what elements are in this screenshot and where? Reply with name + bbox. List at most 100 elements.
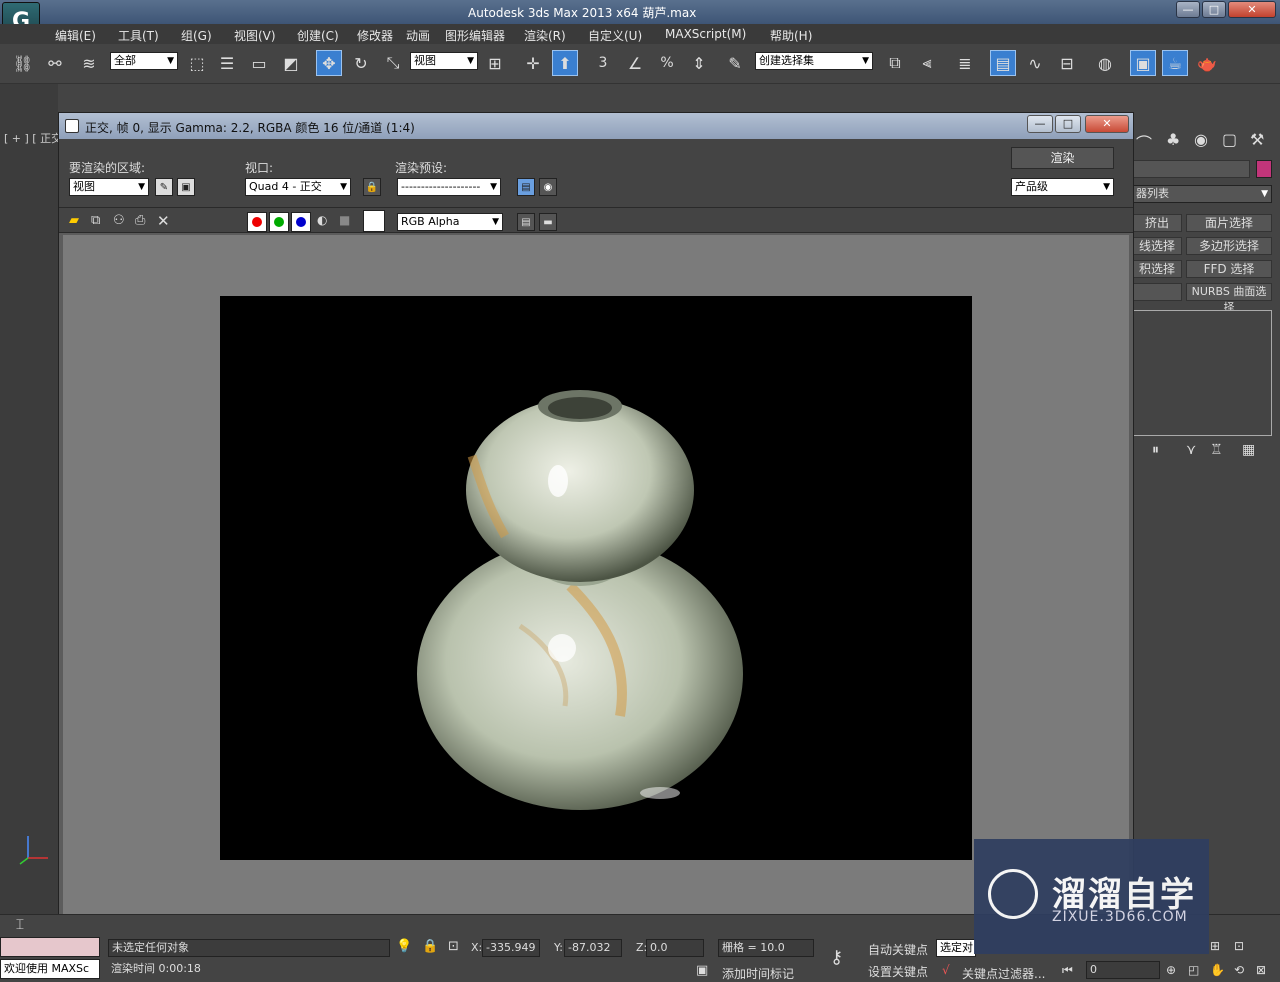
window-crossing-icon[interactable]: ◩ xyxy=(278,50,304,76)
viewport-dropdown[interactable]: Quad 4 - 正交 ▼ xyxy=(245,178,351,196)
mirror-icon[interactable]: ⧉ xyxy=(882,50,908,76)
named-selection-dropdown[interactable]: 创建选择集 ▼ xyxy=(755,52,873,70)
clear-icon[interactable]: ✕ xyxy=(157,212,170,230)
preset-dropdown[interactable]: -------------------- ▼ xyxy=(397,178,501,196)
align-icon[interactable]: ⫷ xyxy=(914,50,940,76)
extrude-button[interactable]: 挤出 xyxy=(1132,214,1182,232)
rendered-frame-window-icon[interactable]: ☕ xyxy=(1162,50,1188,76)
modifier-stack[interactable] xyxy=(1132,310,1272,436)
blue-channel-button[interactable] xyxy=(291,212,311,232)
menu-edit[interactable]: 编辑(E) xyxy=(55,27,96,44)
frame-window-titlebar[interactable]: 正交, 帧 0, 显示 Gamma: 2.2, RGBA 颜色 16 位/通道 … xyxy=(59,113,1133,139)
menu-modifiers[interactable]: 修改器 xyxy=(357,27,393,44)
blank-modifier-button[interactable] xyxy=(1132,283,1182,301)
environment-icon[interactable]: ◉ xyxy=(539,178,557,196)
alpha-channel-icon[interactable]: ◐ xyxy=(317,213,327,227)
selection-filter-dropdown[interactable]: 全部 ▼ xyxy=(110,52,178,70)
render-production-icon[interactable]: 🫖 xyxy=(1194,50,1220,76)
lock-icon[interactable]: 🔒 xyxy=(363,178,381,196)
ref-coord-dropdown[interactable]: 视图 ▼ xyxy=(410,52,478,70)
frame-close-button[interactable]: ✕ xyxy=(1085,115,1129,133)
z-coordinate-field[interactable]: 0.0 xyxy=(646,939,704,957)
toggle-ui-overlay-icon[interactable]: ▤ xyxy=(517,213,535,231)
zoom-extents-icon[interactable]: ⊕ xyxy=(1166,963,1176,977)
goto-start-icon[interactable]: ⏮ xyxy=(1062,963,1073,978)
scene-explorer-icon[interactable]: ▤ xyxy=(990,50,1016,76)
menu-view[interactable]: 视图(V) xyxy=(234,27,276,44)
volume-select-button[interactable]: 积选择 xyxy=(1132,260,1182,278)
menu-create[interactable]: 创建(C) xyxy=(297,27,339,44)
absolute-mode-icon[interactable]: ⊡ xyxy=(448,939,459,954)
viewport-area[interactable] xyxy=(0,84,58,914)
add-time-tag[interactable]: 添加时间标记 xyxy=(722,965,794,982)
menu-animation[interactable]: 动画 xyxy=(406,27,430,44)
time-tag-icon[interactable]: ▣ xyxy=(696,963,708,978)
modify-tab-icon[interactable]: ⌒ xyxy=(1136,130,1152,154)
object-name-field[interactable] xyxy=(1132,160,1250,178)
selection-lock-icon[interactable]: 🔒 xyxy=(422,939,438,954)
snaps-toggle-icon[interactable]: 3 xyxy=(590,50,616,76)
key-filters-button[interactable]: 关键点过滤器... xyxy=(962,965,1045,982)
keyboard-shortcut-override-icon[interactable]: ⬆ xyxy=(552,50,578,76)
schematic-view-icon[interactable]: ⊟ xyxy=(1054,50,1080,76)
maxscript-listener-pink[interactable] xyxy=(0,937,100,957)
hierarchy-tab-icon[interactable]: ♣ xyxy=(1166,130,1180,149)
green-channel-button[interactable] xyxy=(269,212,289,232)
show-end-result-icon[interactable]: ⋎ xyxy=(1186,442,1196,458)
pin-stack-icon[interactable]: ⏸ xyxy=(1152,442,1159,458)
area-dropdown[interactable]: 视图 ▼ xyxy=(69,178,149,196)
make-unique-icon[interactable]: ♖ xyxy=(1210,442,1223,458)
select-object-icon[interactable]: ⬚ xyxy=(184,50,210,76)
motion-tab-icon[interactable]: ◉ xyxy=(1194,130,1208,149)
menu-tools[interactable]: 工具(T) xyxy=(118,27,159,44)
edit-region-icon[interactable]: ✎ xyxy=(155,178,173,196)
zoom-region-icon[interactable]: ⊡ xyxy=(1234,939,1244,953)
link-icon[interactable]: ⛓ xyxy=(10,50,36,76)
spline-select-button[interactable]: 线选择 xyxy=(1132,237,1182,255)
rect-selection-icon[interactable]: ▭ xyxy=(246,50,272,76)
select-by-name-icon[interactable]: ☰ xyxy=(214,50,240,76)
material-editor-icon[interactable]: ◍ xyxy=(1092,50,1118,76)
toggle-ui-icon[interactable]: ▬ xyxy=(539,213,557,231)
frame-maximize-button[interactable]: □ xyxy=(1055,115,1081,133)
frame-minimize-button[interactable]: — xyxy=(1027,115,1053,133)
pivot-center-icon[interactable]: ⊞ xyxy=(482,50,508,76)
viewport-label[interactable]: [ + ] [ 正交 xyxy=(4,130,62,146)
curve-editor-icon[interactable]: ∿ xyxy=(1022,50,1048,76)
display-tab-icon[interactable]: ▢ xyxy=(1222,130,1237,149)
angle-snap-icon[interactable]: ∠ xyxy=(622,50,648,76)
percent-snap-icon[interactable]: % xyxy=(654,50,680,76)
zoom-all-icon[interactable]: ⊞ xyxy=(1210,939,1220,953)
bind-spacewarp-icon[interactable]: ≋ xyxy=(76,50,102,76)
utilities-tab-icon[interactable]: ⚒ xyxy=(1250,130,1264,149)
configure-modifier-sets-icon[interactable]: ▦ xyxy=(1242,442,1255,458)
menu-help[interactable]: 帮助(H) xyxy=(770,27,812,44)
red-channel-button[interactable] xyxy=(247,212,267,232)
save-image-icon[interactable]: ▰ xyxy=(69,213,79,228)
set-key-button[interactable]: 设置关键点 xyxy=(868,963,928,980)
menu-rendering[interactable]: 渲染(R) xyxy=(524,27,566,44)
menu-customize[interactable]: 自定义(U) xyxy=(588,27,642,44)
select-manipulate-icon[interactable]: ✛ xyxy=(520,50,546,76)
unlink-icon[interactable]: ⚯ xyxy=(42,50,68,76)
render-setup-small-icon[interactable]: ▤ xyxy=(517,178,535,196)
object-color-swatch[interactable] xyxy=(1256,160,1272,178)
copy-image-icon[interactable]: ⧉ xyxy=(91,213,100,228)
render-button[interactable]: 渲染 xyxy=(1011,147,1114,169)
field-of-view-icon[interactable]: ◰ xyxy=(1188,963,1199,977)
edit-named-selection-icon[interactable]: ✎ xyxy=(722,50,748,76)
monochrome-icon[interactable]: ■ xyxy=(339,213,350,227)
auto-region-icon[interactable]: ▣ xyxy=(177,178,195,196)
orbit-icon[interactable]: ⟲ xyxy=(1234,963,1244,977)
ffd-select-button[interactable]: FFD 选择 xyxy=(1186,260,1272,278)
maximize-button[interactable]: □ xyxy=(1202,1,1226,18)
auto-key-button[interactable]: 自动关键点 xyxy=(868,941,928,958)
nurbs-surface-select-button[interactable]: NURBS 曲面选择 xyxy=(1186,283,1272,314)
channel-dropdown[interactable]: RGB Alpha ▼ xyxy=(397,213,503,231)
close-button[interactable]: ✕ xyxy=(1228,1,1276,18)
rendered-image[interactable] xyxy=(220,296,972,860)
modifier-list-dropdown[interactable]: 器列表 ▼ xyxy=(1132,185,1272,203)
pan-icon[interactable]: ✋ xyxy=(1210,963,1225,977)
move-icon[interactable]: ✥ xyxy=(316,50,342,76)
current-frame-field[interactable]: 0 xyxy=(1086,961,1160,979)
